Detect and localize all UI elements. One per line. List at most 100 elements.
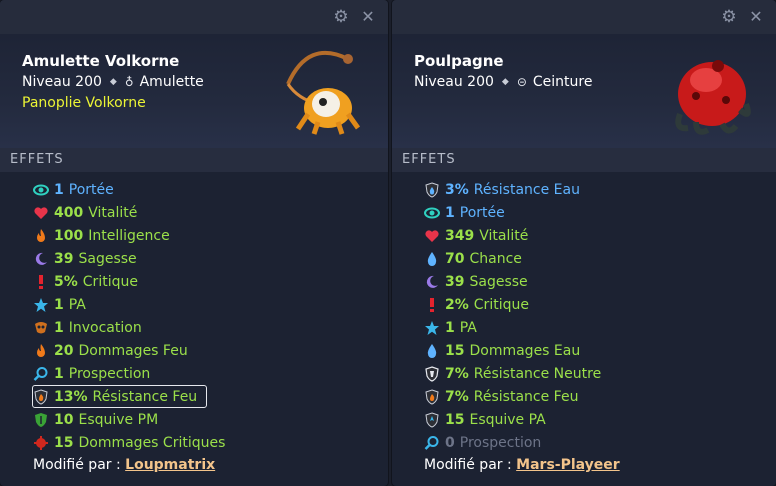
effect-row: 70 Chance (392, 247, 776, 270)
effect-row: 39 Sagesse (0, 247, 388, 270)
effect-label: Résistance Neutre (473, 365, 602, 382)
effect-value: 5% (54, 273, 78, 290)
separator-dot: ◆ (501, 77, 509, 87)
effect-label: Vitalité (88, 204, 138, 221)
effect-row: 349 Vitalité (392, 224, 776, 247)
item-level: Niveau 200 (414, 74, 494, 90)
effect-value: 1 (54, 365, 64, 382)
effect-value: 2% (445, 296, 469, 313)
effect-row: 20 Dommages Feu (0, 339, 388, 362)
modified-by-user-link[interactable]: Mars-Playeer (516, 457, 620, 473)
belt-item-image (675, 60, 751, 135)
effect-label: Prospection (459, 434, 542, 451)
effect-row: 1 PA (392, 316, 776, 339)
effect-row: 7% Résistance Feu (392, 385, 776, 408)
effect-value: 0 (445, 434, 455, 451)
tooltip-topbar: ⚙ ✕ (0, 0, 388, 34)
item-tooltip-amulette: ⚙ ✕ Amulette Volkorne Niveau 200 ◆ ♁ Amu… (0, 0, 388, 486)
effect-row: 15 Dommages Critiques (0, 431, 388, 454)
effect-row: 13% Résistance Feu (0, 385, 388, 408)
effect-value: 7% (445, 388, 469, 405)
star-icon (33, 297, 49, 313)
effect-label: Esquive PM (78, 411, 159, 428)
effect-label: Dommages Eau (469, 342, 581, 359)
effect-value: 100 (54, 227, 84, 244)
belt-type-icon: ⊝ (516, 75, 527, 89)
heart-icon (424, 228, 440, 244)
effect-label: Sagesse (469, 273, 528, 290)
effect-label: Critique (473, 296, 529, 313)
magnifier-icon (424, 435, 440, 451)
effect-label: PA (68, 296, 86, 313)
effect-label: Chance (469, 250, 522, 267)
effect-label: Portée (459, 204, 505, 221)
effect-value: 1 (54, 181, 64, 198)
eye-icon (424, 205, 440, 221)
effect-value: 1 (445, 319, 455, 336)
effect-value: 400 (54, 204, 84, 221)
blue-shield-icon (424, 411, 440, 428)
effect-value: 1 (54, 319, 64, 336)
effects-title: EFFETS (0, 148, 388, 172)
effect-row: 7% Résistance Neutre (392, 362, 776, 385)
modified-by: Modifié par : Loupmatrix (0, 454, 388, 477)
close-icon[interactable]: ✕ (747, 8, 765, 26)
fire-icon (33, 228, 49, 244)
effect-value: 39 (54, 250, 74, 267)
effect-row: 10 Esquive PM (0, 408, 388, 431)
item-meta: Niveau 200 ◆ ⊝ Ceinture (414, 74, 592, 90)
modified-by: Modifié par : Mars-Playeer (392, 454, 776, 477)
effect-row: 400 Vitalité (0, 201, 388, 224)
amulet-type-icon: ♁ (124, 75, 134, 89)
effect-value: 39 (445, 273, 465, 290)
effect-row: 1 PA (0, 293, 388, 316)
item-name: Amulette Volkorne (22, 52, 180, 70)
eye-icon (33, 182, 49, 198)
fire-icon (33, 343, 49, 359)
effect-row: 1 Portée (392, 201, 776, 224)
exclamation-icon (33, 274, 49, 290)
effect-value: 10 (54, 411, 74, 428)
modified-by-user-link[interactable]: Loupmatrix (125, 457, 215, 473)
effect-value: 7% (445, 365, 469, 382)
water-shield-icon (424, 181, 440, 198)
effect-label: Sagesse (78, 250, 137, 267)
heart-icon (33, 205, 49, 221)
effect-value: 70 (445, 250, 465, 267)
effect-row: 1 Portée (0, 178, 388, 201)
effect-row: 5% Critique (0, 270, 388, 293)
green-shield-icon (33, 412, 49, 428)
exclamation-icon (424, 297, 440, 313)
item-header: Poulpagne Niveau 200 ◆ ⊝ Ceinture (392, 34, 776, 148)
effect-label: Résistance Eau (473, 181, 580, 198)
effect-label: Intelligence (88, 227, 170, 244)
effect-row: 0 Prospection (392, 431, 776, 454)
settings-gear-icon[interactable]: ⚙ (720, 8, 738, 26)
effect-value: 3% (445, 181, 469, 198)
effects-list: 1 Portée 400 Vitalité 100 Intelligence 39 Sages… (0, 172, 388, 454)
item-set-link[interactable]: Panoplie Volkorne (22, 95, 146, 111)
item-tooltip-ceinture: ⚙ ✕ Poulpagne Niveau 200 ◆ ⊝ Ceinture EF… (392, 0, 776, 486)
effect-row: 1 Invocation (0, 316, 388, 339)
star-icon (424, 320, 440, 336)
effect-label: Invocation (68, 319, 142, 336)
moon-icon (33, 251, 49, 267)
moon-icon (424, 274, 440, 290)
effect-label: Résistance Feu (92, 388, 198, 405)
modified-by-label: Modifié par : (33, 457, 121, 473)
close-icon[interactable]: ✕ (359, 8, 377, 26)
fire-shield-icon (33, 388, 49, 405)
neutral-shield-icon (424, 365, 440, 382)
effect-row: 39 Sagesse (392, 270, 776, 293)
item-type: Amulette (139, 74, 204, 90)
settings-gear-icon[interactable]: ⚙ (332, 8, 350, 26)
amulet-item-image (286, 50, 361, 135)
effect-value: 15 (445, 411, 465, 428)
effect-label: Dommages Critiques (78, 434, 226, 451)
effect-value: 1 (445, 204, 455, 221)
effect-row: 15 Esquive PA (392, 408, 776, 431)
effect-value: 349 (445, 227, 475, 244)
effects-title: EFFETS (392, 148, 776, 172)
summon-icon (33, 320, 49, 336)
water-drop-icon (424, 251, 440, 267)
